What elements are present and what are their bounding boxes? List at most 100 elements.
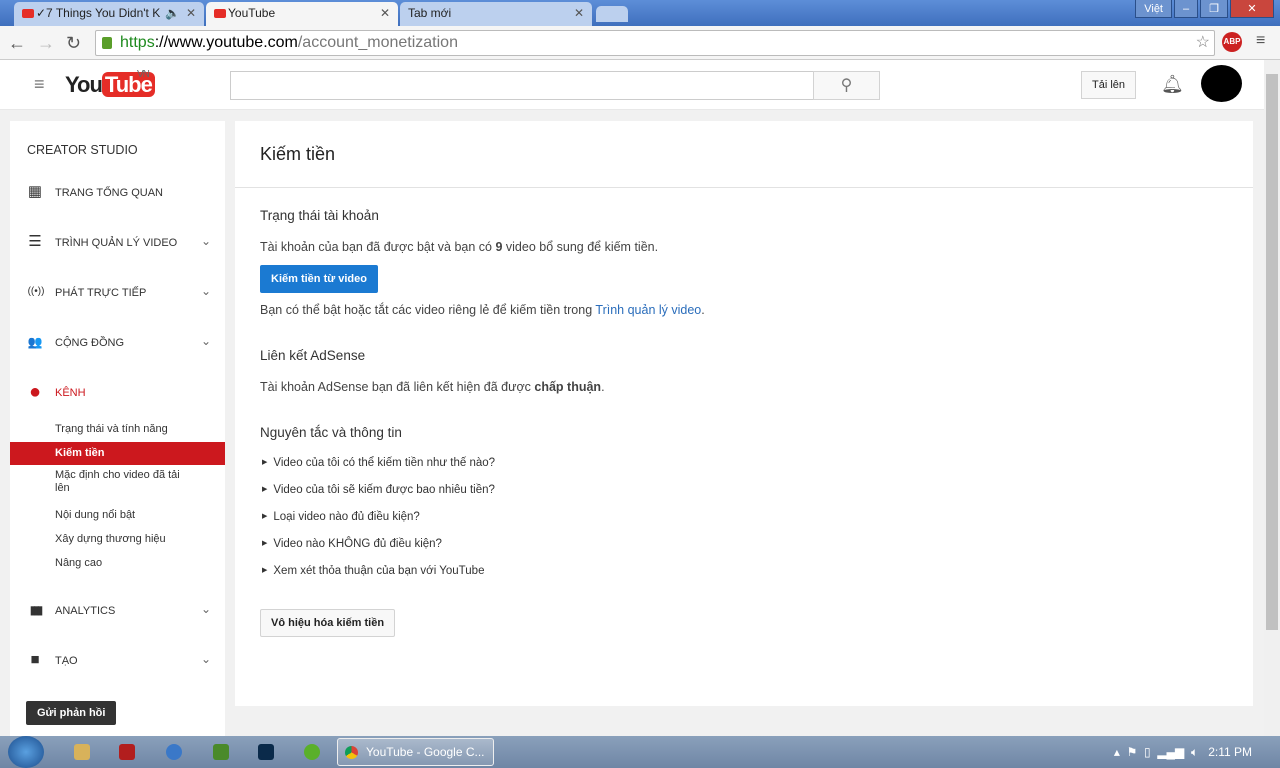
clock[interactable]: 2:11 PM: [1208, 745, 1252, 759]
hamburger-icon[interactable]: ≡: [34, 74, 45, 95]
photoshop-icon[interactable]: [258, 744, 274, 760]
sidebar-sub-featured[interactable]: Nội dung nổi bật: [10, 509, 225, 522]
browser-icon[interactable]: [166, 744, 182, 760]
signal-icon[interactable]: ▂▄▆: [1157, 745, 1184, 759]
flag-icon[interactable]: ⚑: [1127, 745, 1138, 759]
back-icon[interactable]: ←: [8, 33, 26, 54]
region-label: VN: [137, 69, 150, 80]
status-text: video bổ sung để kiếm tiền.: [502, 240, 659, 254]
adblock-icon[interactable]: ABP: [1222, 32, 1242, 52]
account-status-heading: Trạng thái tài khoản: [260, 208, 379, 223]
tab-new[interactable]: Tab mới ✕: [400, 2, 592, 26]
search-button[interactable]: ⚲: [813, 71, 880, 100]
account-status-text: Tài khoản của bạn đã được bật và bạn có …: [260, 240, 658, 254]
taskbar-window-title: YouTube - Google C...: [366, 745, 485, 759]
live-icon: ((•)): [27, 286, 45, 297]
sidebar-item-label: TẠO: [55, 655, 78, 667]
browser-tab-bar: ✓7 Things You Didn't K 🔈 ✕ YouTube ✕ Tab mớ…: [0, 0, 1280, 26]
audio-icon: 🔈: [165, 6, 180, 20]
chevron-down-icon[interactable]: ⌄: [201, 652, 211, 666]
analytics-icon: ▮▮▮: [29, 603, 44, 617]
sidebar-item-video-manager[interactable]: ☰ TRÌNH QUẢN LÝ VIDEO ⌄: [10, 228, 225, 258]
main-panel: Kiếm tiền Trạng thái tài khoản Tài khoản…: [235, 121, 1253, 706]
new-tab-button[interactable]: [596, 6, 628, 22]
bell-icon[interactable]: 🔔︎: [1161, 74, 1184, 95]
period: .: [701, 303, 705, 317]
feedback-button[interactable]: Gửi phản hồi: [26, 701, 117, 725]
monetize-videos-button[interactable]: Kiếm tiền từ video: [260, 265, 378, 293]
avatar[interactable]: [1201, 65, 1242, 102]
browser-toolbar: ← → ↻ https://www.youtube.com/account_mo…: [0, 26, 1280, 60]
chrome-icon: [345, 746, 358, 759]
close-window-button[interactable]: ✕: [1230, 0, 1274, 18]
chevron-down-icon[interactable]: ⌄: [201, 334, 211, 348]
app-icon[interactable]: [304, 744, 320, 760]
restore-button[interactable]: ❐: [1200, 0, 1228, 18]
sidebar-sub-monetization[interactable]: Kiếm tiền: [10, 442, 225, 465]
guideline-item[interactable]: Xem xét thỏa thuận của bạn với YouTube: [262, 565, 484, 577]
minimize-button[interactable]: –: [1174, 0, 1199, 18]
chevron-down-icon[interactable]: ⌄: [201, 602, 211, 616]
star-icon[interactable]: ☆: [1196, 31, 1210, 55]
toggle-description: Bạn có thể bật hoặc tắt các video riêng …: [260, 303, 596, 317]
dashboard-icon: ▦: [27, 183, 43, 200]
status-text: Tài khoản của bạn đã được bật và bạn có: [260, 240, 496, 254]
file-explorer-icon[interactable]: [74, 744, 90, 760]
chevron-down-icon[interactable]: ⌄: [201, 284, 211, 298]
close-tab-icon[interactable]: ✕: [186, 6, 196, 20]
volume-icon[interactable]: 🔈︎: [1191, 745, 1198, 759]
channel-icon: ●: [28, 381, 42, 403]
upload-button[interactable]: Tải lên: [1081, 71, 1136, 99]
sidebar-sub-advanced[interactable]: Nâng cao: [10, 557, 225, 570]
close-tab-icon[interactable]: ✕: [380, 6, 390, 20]
youtube-logo[interactable]: You Tube VN: [65, 69, 155, 98]
adsense-status: chấp thuận: [534, 380, 602, 394]
sidebar-item-community[interactable]: 👥 CỘNG ĐỒNG ⌄: [10, 328, 225, 358]
app-icon[interactable]: [119, 744, 135, 760]
lock-icon: [102, 37, 112, 49]
sidebar-item-create[interactable]: ■ TẠO ⌄: [10, 646, 225, 676]
sidebar-item-dashboard[interactable]: ▦ TRANG TỔNG QUAN: [10, 178, 225, 208]
forward-icon[interactable]: →: [37, 33, 55, 54]
search-icon: ⚲: [840, 77, 853, 94]
sidebar-item-channel[interactable]: ● KÊNH: [10, 378, 225, 408]
scrollbar[interactable]: [1264, 60, 1280, 736]
sidebar-sub-status[interactable]: Trạng thái và tính năng: [10, 423, 225, 436]
sidebar-sub-branding[interactable]: Xây dựng thương hiệu: [10, 533, 225, 546]
sidebar: CREATOR STUDIO ▦ TRANG TỔNG QUAN ☰ TRÌNH Q…: [10, 121, 225, 736]
power-icon[interactable]: ▯: [1144, 745, 1151, 759]
sidebar-item-label: KÊNH: [55, 387, 86, 399]
system-tray: ▴ ⚑ ▯ ▂▄▆ 🔈︎ 2:11 PM: [1114, 745, 1252, 760]
sidebar-sub-upload-defaults[interactable]: Mặc định cho video đã tải lên: [10, 469, 190, 495]
creator-studio-title: CREATOR STUDIO: [27, 143, 138, 157]
sidebar-item-label: TRANG TỔNG QUAN: [55, 187, 163, 199]
sidebar-item-analytics[interactable]: ▮▮▮ ANALYTICS ⌄: [10, 596, 225, 626]
tab-title: YouTube: [228, 6, 276, 20]
start-button[interactable]: [8, 736, 44, 768]
guideline-item[interactable]: Loại video nào đủ điều kiện?: [262, 511, 419, 523]
guideline-item[interactable]: Video của tôi có thể kiếm tiền như thế n…: [262, 457, 495, 469]
tab-video[interactable]: ✓7 Things You Didn't K 🔈 ✕: [14, 2, 204, 26]
scrollbar-thumb[interactable]: [1266, 74, 1278, 630]
address-bar[interactable]: https://www.youtube.com/account_monetiza…: [95, 30, 1215, 56]
search-input[interactable]: [230, 71, 814, 100]
create-icon: ■: [30, 651, 40, 668]
url-host: ://www.youtube.com: [154, 34, 298, 51]
camtasia-icon[interactable]: [213, 744, 229, 760]
taskbar-chrome-window[interactable]: YouTube - Google C...: [337, 738, 494, 766]
tab-youtube[interactable]: YouTube ✕: [206, 2, 398, 26]
guidelines-heading: Nguyên tắc và thông tin: [260, 425, 402, 440]
guideline-item[interactable]: Video nào KHÔNG đủ điều kiện?: [262, 538, 442, 550]
page-title: Kiếm tiền: [260, 144, 336, 164]
toggle-text: Bạn có thể bật hoặc tắt các video riêng …: [260, 303, 705, 317]
tray-arrow-icon[interactable]: ▴: [1114, 745, 1120, 759]
disable-monetization-button[interactable]: Vô hiệu hóa kiếm tiền: [260, 609, 396, 637]
youtube-favicon-icon: [22, 9, 34, 18]
menu-icon[interactable]: ≡: [1256, 32, 1265, 50]
reload-icon[interactable]: ↻: [66, 33, 81, 54]
close-tab-icon[interactable]: ✕: [574, 6, 584, 20]
sidebar-item-live[interactable]: ((•)) PHÁT TRỰC TIẾP ⌄: [10, 278, 225, 308]
guideline-item[interactable]: Video của tôi sẽ kiếm được bao nhiêu tiề…: [262, 484, 495, 496]
video-manager-link[interactable]: Trình quản lý video: [595, 303, 701, 317]
chevron-down-icon[interactable]: ⌄: [201, 234, 211, 248]
